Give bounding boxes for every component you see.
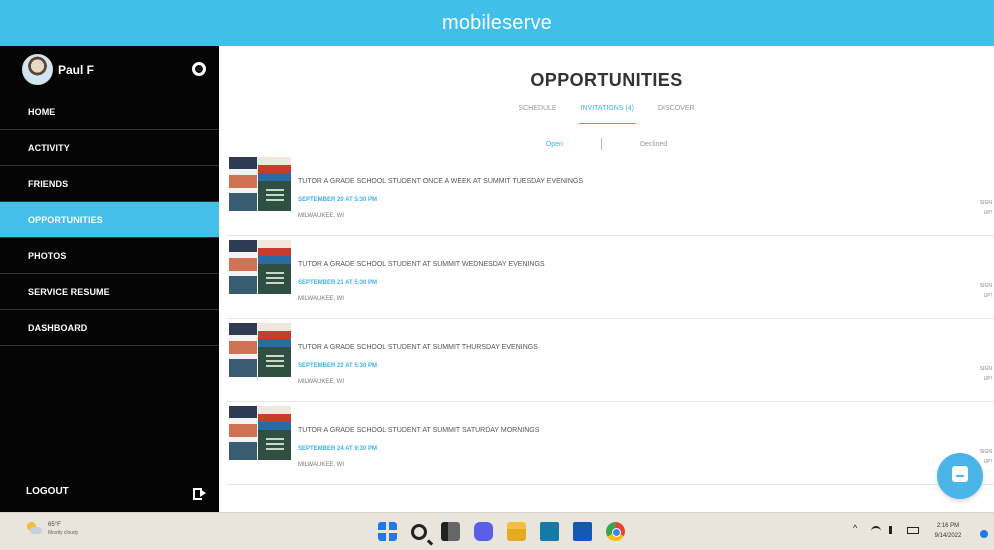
weather-temperature: 65°F	[48, 522, 61, 528]
sidebar-item-label: FRIENDS	[28, 178, 69, 189]
opportunity-row[interactable]: TUTOR A GRADE SCHOOL STUDENT AT SUMMIT S…	[227, 402, 994, 485]
volume-icon[interactable]	[889, 526, 899, 534]
page-title: OPPORTUNITIES	[530, 70, 683, 90]
opportunity-row[interactable]: TUTOR A GRADE SCHOOL STUDENT ONCE A WEEK…	[227, 153, 994, 236]
opportunity-location: MILWAUKEE, WI	[298, 213, 345, 219]
battery-icon[interactable]	[907, 526, 919, 534]
sign-up-button[interactable]: SIGN UP!	[974, 281, 992, 301]
sidebar-item-label: SERVICE RESUME	[28, 286, 110, 297]
filter-declined[interactable]: Declined	[640, 141, 667, 148]
sidebar-item-service-resume[interactable]: SERVICE RESUME	[0, 274, 219, 310]
sign-up-button[interactable]: SIGN UP!	[974, 364, 992, 384]
avatar[interactable]	[22, 54, 53, 85]
chat-icon[interactable]	[474, 522, 493, 541]
opportunity-title[interactable]: TUTOR A GRADE SCHOOL STUDENT ONCE A WEEK…	[298, 178, 938, 185]
opportunity-title[interactable]: TUTOR A GRADE SCHOOL STUDENT AT SUMMIT T…	[298, 344, 938, 351]
logout-label: LOGOUT	[26, 486, 69, 497]
filter-open[interactable]: Open	[546, 141, 563, 148]
taskbar-apps	[378, 522, 625, 541]
search-icon[interactable]	[411, 523, 427, 540]
opportunity-title[interactable]: TUTOR A GRADE SCHOOL STUDENT AT SUMMIT W…	[298, 261, 938, 268]
tab-discover[interactable]: DISCOVER	[656, 104, 697, 124]
sidebar-item-label: HOME	[28, 106, 56, 117]
task-view-icon[interactable]	[441, 522, 460, 541]
sidebar-item-home[interactable]: HOME	[0, 94, 219, 130]
filter-divider	[600, 138, 602, 150]
opportunity-date: SEPTEMBER 20 AT 5:30 PM	[298, 197, 378, 203]
partly-cloudy-icon	[25, 522, 42, 536]
taskbar-clock[interactable]: 2:16 PM 9/14/2022	[924, 521, 972, 541]
tab-schedule[interactable]: SCHEDULE	[516, 104, 558, 124]
sign-up-button[interactable]: SIGN UP!	[974, 198, 992, 218]
opportunity-thumbnail[interactable]	[229, 240, 291, 294]
sidebar-item-photos[interactable]: PHOTOS	[0, 238, 219, 274]
weather-widget[interactable]: 65°F Mostly cloudy	[25, 521, 78, 537]
sidebar-item-opportunities[interactable]: OPPORTUNITIES	[0, 202, 219, 238]
main-content: OPPORTUNITIES SCHEDULE INVITATIONS (4) D…	[219, 46, 994, 512]
chat-button[interactable]	[937, 453, 983, 499]
app-title: mobileserve	[441, 11, 553, 34]
chrome-icon[interactable]	[606, 522, 625, 541]
file-explorer-icon[interactable]	[507, 522, 526, 541]
sidebar-nav: HOME ACTIVITY FRIENDS OPPORTUNITIES PHOT…	[0, 94, 219, 346]
sidebar-item-activity[interactable]: ACTIVITY	[0, 130, 219, 166]
opportunity-location: MILWAUKEE, WI	[298, 296, 345, 302]
profile-header[interactable]: Paul F	[0, 46, 219, 94]
opportunity-list: TUTOR A GRADE SCHOOL STUDENT ONCE A WEEK…	[227, 153, 994, 485]
opportunity-location: MILWAUKEE, WI	[298, 462, 345, 468]
opportunity-location: MILWAUKEE, WI	[298, 379, 345, 385]
opportunity-thumbnail[interactable]	[229, 406, 291, 460]
chevron-up-icon[interactable]	[853, 523, 863, 534]
sidebar-item-label: OPPORTUNITIES	[28, 214, 103, 225]
opportunity-date: SEPTEMBER 24 AT 9:30 PM	[298, 446, 378, 452]
tab-invitations[interactable]: INVITATIONS (4)	[578, 104, 636, 124]
invitation-filter-tabs: Open Declined	[219, 138, 994, 150]
opportunity-thumbnail[interactable]	[229, 157, 291, 211]
mail-icon[interactable]	[573, 522, 592, 541]
start-icon[interactable]	[378, 522, 397, 541]
clock-time: 2:16 PM	[936, 523, 960, 529]
gear-icon[interactable]	[192, 62, 206, 76]
opportunity-date: SEPTEMBER 21 AT 5:30 PM	[298, 280, 378, 286]
opportunity-title[interactable]: TUTOR A GRADE SCHOOL STUDENT AT SUMMIT S…	[298, 427, 938, 434]
notification-icon[interactable]	[980, 530, 988, 538]
opportunity-row[interactable]: TUTOR A GRADE SCHOOL STUDENT AT SUMMIT T…	[227, 319, 994, 402]
clock-date: 9/14/2022	[934, 533, 962, 539]
sidebar: Paul F HOME ACTIVITY FRIENDS OPPORTUNITI…	[0, 46, 219, 512]
opportunity-tabs: SCHEDULE INVITATIONS (4) DISCOVER	[219, 104, 994, 124]
sidebar-item-friends[interactable]: FRIENDS	[0, 166, 219, 202]
sidebar-item-dashboard[interactable]: DASHBOARD	[0, 310, 219, 346]
sidebar-item-label: DASHBOARD	[28, 322, 88, 333]
windows-taskbar: 65°F Mostly cloudy 2:16 PM 9/14/2022	[0, 512, 994, 550]
opportunity-row[interactable]: TUTOR A GRADE SCHOOL STUDENT AT SUMMIT W…	[227, 236, 994, 319]
user-name[interactable]: Paul F	[58, 63, 94, 77]
system-tray	[853, 523, 919, 534]
top-app-bar: mobileserve	[0, 0, 994, 46]
weather-description: Mostly cloudy	[48, 530, 79, 536]
sidebar-item-label: ACTIVITY	[28, 142, 70, 153]
store-icon[interactable]	[540, 522, 559, 541]
opportunity-date: SEPTEMBER 22 AT 5:30 PM	[298, 363, 378, 369]
sidebar-item-label: PHOTOS	[28, 250, 67, 261]
opportunity-thumbnail[interactable]	[229, 323, 291, 377]
logout-button[interactable]: LOGOUT	[26, 486, 206, 500]
logout-icon	[193, 487, 206, 500]
weather-text: 65°F Mostly cloudy	[48, 521, 78, 537]
wifi-icon[interactable]	[871, 526, 881, 534]
